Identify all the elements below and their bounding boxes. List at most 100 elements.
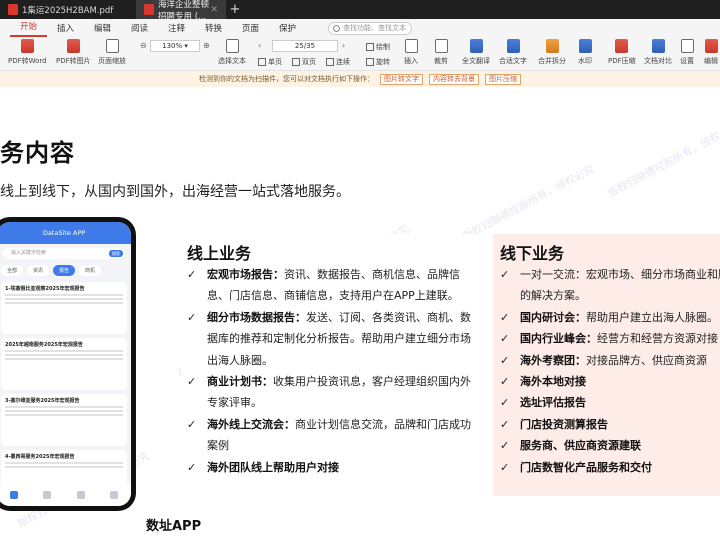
check-icon: ✓ — [500, 268, 510, 281]
item-bold: 海外团队线上帮助用户对接 — [207, 460, 339, 474]
pdf-to-image-button[interactable]: PDF转图片 — [56, 39, 91, 66]
image-compress-button[interactable]: 图片压缩 — [485, 73, 521, 85]
tab-document-2[interactable]: 海洋企业整顿 招聘专用 (... ✕ — [136, 0, 226, 22]
continuous-button[interactable]: 连续 — [326, 57, 350, 67]
pdf-icon — [144, 4, 154, 15]
menu-convert[interactable]: 转换 — [195, 22, 232, 34]
rotate-icon — [366, 58, 374, 66]
insert-button[interactable]: 插入 — [404, 39, 418, 66]
page-zoom-button[interactable]: 页面缩放 — [98, 39, 126, 66]
tab-bar: 1集运2025H2BAM.pdf 海洋企业整顿 招聘专用 (... ✕ + — [0, 0, 720, 22]
item-bold: 门店数智化产品服务和交付 — [520, 460, 652, 474]
double-page-button[interactable]: 双页 — [292, 57, 316, 67]
merge-split-button[interactable]: 合并拆分 — [538, 39, 566, 66]
item-bold: 选址评估报告 — [520, 396, 586, 410]
insert-label: 插入 — [404, 57, 418, 65]
page-title: 务内容 — [0, 139, 75, 167]
menu-page[interactable]: 页面 — [232, 22, 269, 34]
ocr-button[interactable]: 图片转文字 — [380, 73, 423, 85]
new-tab-icon[interactable]: + — [226, 0, 244, 19]
pdf-to-word-button[interactable]: PDF转Word — [8, 39, 47, 66]
merge-split-label: 合并拆分 — [538, 57, 566, 65]
crop-label: 裁剪 — [434, 57, 448, 65]
text-fit-label: 合适文字 — [499, 57, 527, 65]
menu-annotate[interactable]: 注释 — [158, 22, 195, 34]
page-number-input[interactable]: 25/35 — [272, 40, 338, 52]
image-icon — [66, 39, 80, 53]
phone-mockup: DataSite APP 输入关键字检索 搜索 全部 资讯 报告 商机 1-埃塞… — [0, 217, 136, 511]
tab-title: 1集运2025H2BAM.pdf — [22, 5, 114, 16]
phone-screen: DataSite APP 输入关键字检索 搜索 全部 资讯 报告 商机 1-埃塞… — [0, 222, 131, 506]
watermark-text: 版权归融德控股所有，侵权必究 — [461, 163, 597, 243]
offline-business-panel: 线下业务 ✓ 一对一交流：宏观市场、细分市场商业和顾虑的解决方案。 ✓ 国内研讨会：… — [493, 234, 720, 496]
app-card-title: 4-墨西哥服务2025年宏观报告 — [5, 454, 75, 460]
online-item: ✓ 细分市场数据报告：发送、订阅、各类资讯、商机、数据库的推荐和定制化分析报告。帮… — [187, 307, 473, 371]
app-card: 3-塞尔维亚服务2025年宏观报告 — [1, 394, 127, 446]
item-bold: 国内研讨会： — [520, 310, 586, 324]
watermark-button[interactable]: 水印 — [578, 39, 592, 66]
offline-item: ✓ 一对一交流：宏观市场、细分市场商业和顾虑的解决方案。 — [500, 264, 720, 307]
zoom-select[interactable]: 130% ▾ — [150, 40, 200, 52]
pdf-to-image-label: PDF转图片 — [56, 57, 91, 65]
offline-item: ✓ 国内行业峰会：经营方和经营方资源对接 — [500, 328, 720, 349]
single-page-label: 单页 — [268, 58, 282, 66]
search-placeholder: 查找功能、查找文本 — [343, 24, 406, 32]
prev-page-icon[interactable]: ‹ — [258, 41, 261, 50]
item-bold: 海外考察团： — [520, 353, 586, 367]
app-bottom-nav — [0, 484, 131, 506]
draw-label: 绘制 — [376, 43, 390, 51]
watermark-icon — [578, 39, 592, 53]
edit-button[interactable]: 编辑 — [704, 39, 718, 66]
item-bold: 细分市场数据报告： — [207, 310, 306, 324]
item-bold: 服务商、供应商资源建联 — [520, 439, 641, 453]
remove-background-button[interactable]: 内容转去背景 — [429, 73, 479, 85]
app-header: DataSite APP — [0, 222, 131, 244]
settings-button[interactable]: 设置 — [680, 39, 694, 66]
file-compare-button[interactable]: 文档对比 — [644, 39, 672, 66]
select-text-button[interactable]: 选择文本 — [218, 39, 246, 66]
page-subtitle: 线上到线下，从国内到国外，出海经营一站式落地服务。 — [0, 184, 350, 200]
app-caption: 数址APP — [146, 519, 202, 534]
continuous-label: 连续 — [336, 58, 350, 66]
settings-label: 设置 — [680, 57, 694, 65]
offline-list: ✓ 一对一交流：宏观市场、细分市场商业和顾虑的解决方案。 ✓ 国内研讨会：帮助用户建… — [500, 264, 720, 478]
offline-item: ✓ 国内研讨会：帮助用户建立出海人脉圈。 — [500, 307, 720, 328]
offline-title: 线下业务 — [500, 244, 565, 263]
next-page-icon[interactable]: › — [342, 41, 345, 50]
compress-button[interactable]: PDF压缩 — [608, 39, 636, 66]
search-icon — [333, 24, 340, 32]
rotate-button[interactable]: 旋转 — [366, 57, 390, 67]
check-icon: ✓ — [500, 396, 510, 410]
close-icon[interactable]: ✕ — [210, 5, 218, 15]
menu-edit[interactable]: 编辑 — [84, 22, 121, 34]
watermark-text: 版权归融德控股所有，侵权必究 — [606, 120, 720, 200]
home-icon — [9, 491, 18, 499]
item-bold: 宏观市场报告： — [207, 268, 284, 281]
online-item: ✓ 宏观市场报告：资讯、数据报告、商机信息、品牌信息、门店信息、商铺信息，支持用户… — [187, 264, 473, 307]
menu-read[interactable]: 阅读 — [121, 22, 158, 34]
menu-start[interactable]: 开始 — [10, 19, 47, 37]
translate-button[interactable]: 全文翻译 — [462, 39, 490, 66]
tab-document-1[interactable]: 1集运2025H2BAM.pdf — [0, 0, 136, 19]
crop-button[interactable]: 裁剪 — [434, 39, 448, 66]
draw-button[interactable]: 绘制 — [366, 42, 390, 52]
check-icon: ✓ — [500, 353, 510, 367]
cursor-icon — [225, 39, 239, 53]
pen-icon — [366, 43, 374, 51]
zoom-in-icon[interactable]: ⊕ — [203, 41, 210, 50]
search-input[interactable]: 查找功能、查找文本 — [328, 21, 412, 35]
offline-item: ✓ 门店数智化产品服务和交付 — [500, 457, 720, 478]
app-card: 1-埃塞俄比亚观察2025年宏观报告 — [1, 282, 127, 334]
message-icon — [76, 491, 85, 499]
compare-icon — [651, 39, 665, 53]
menu-insert[interactable]: 插入 — [47, 22, 84, 34]
double-page-label: 双页 — [302, 58, 316, 66]
text-fit-button[interactable]: 合适文字 — [499, 39, 527, 66]
item-bold: 海外本地对接 — [520, 375, 586, 389]
single-page-button[interactable]: 单页 — [258, 57, 282, 67]
online-item: ✓ 商业计划书：收集用户投资讯息，客户经理组织国内外专家评审。 — [187, 371, 473, 414]
item-text: 一对一交流：宏观市场、细分市场商业和顾虑的解决方案。 — [520, 268, 720, 303]
menu-protect[interactable]: 保护 — [269, 22, 306, 34]
zoom-value: 130% — [162, 42, 183, 50]
zoom-out-icon[interactable]: ⊖ — [140, 41, 147, 50]
